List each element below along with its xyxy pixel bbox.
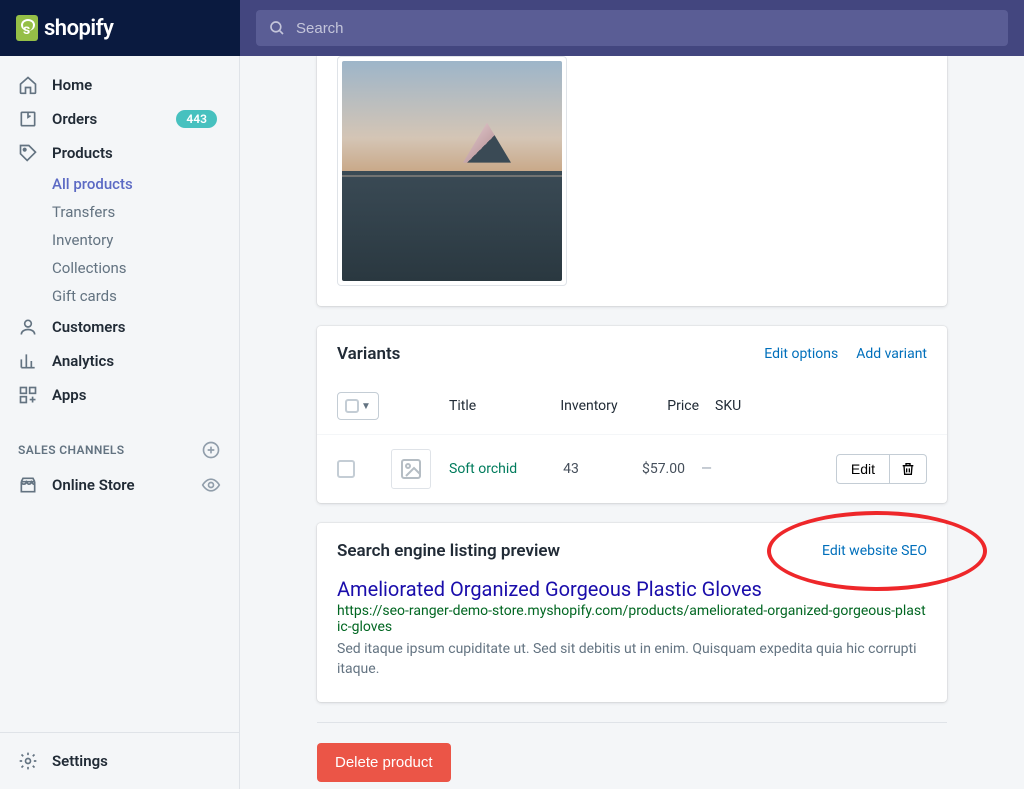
add-variant-link[interactable]: Add variant: [856, 346, 927, 362]
nav-analytics-label: Analytics: [52, 352, 114, 370]
seo-panel-title: Search engine listing preview: [337, 541, 822, 561]
nav-orders[interactable]: Orders 443: [0, 102, 239, 136]
search-bar[interactable]: [256, 10, 1008, 46]
delete-product-button[interactable]: Delete product: [317, 743, 451, 782]
variant-price: $57.00: [621, 461, 685, 477]
search-input[interactable]: [296, 20, 996, 37]
analytics-icon: [18, 351, 38, 371]
store-icon: [18, 475, 38, 495]
variant-inventory: 43: [521, 461, 621, 477]
nav-gift-cards[interactable]: Gift cards: [52, 282, 239, 310]
col-price: Price: [639, 398, 699, 414]
variant-sku: —: [685, 461, 745, 477]
nav-customers[interactable]: Customers: [0, 310, 239, 344]
variants-panel: Variants Edit options Add variant ▼ Titl…: [317, 326, 947, 503]
variant-title[interactable]: Soft orchid: [449, 461, 521, 477]
variant-edit-button[interactable]: Edit: [836, 454, 890, 484]
nav-collections[interactable]: Collections: [52, 254, 239, 282]
nav-home[interactable]: Home: [0, 68, 239, 102]
edit-seo-link[interactable]: Edit website SEO: [822, 543, 927, 559]
seo-description: Sed itaque ipsum cupiditate ut. Sed sit …: [337, 639, 927, 680]
add-channel-icon[interactable]: [201, 440, 221, 460]
variants-title: Variants: [337, 344, 746, 364]
nav-products[interactable]: Products: [0, 136, 239, 170]
logo-text: shopify: [44, 16, 113, 41]
nav-settings[interactable]: Settings: [0, 733, 239, 789]
customers-icon: [18, 317, 38, 337]
variant-delete-button[interactable]: [890, 454, 927, 484]
shopify-logo: shopify: [16, 15, 113, 41]
nav-online-store[interactable]: Online Store: [0, 468, 239, 502]
nav-apps-label: Apps: [52, 386, 86, 404]
gear-icon: [18, 751, 38, 771]
trash-icon: [900, 461, 916, 477]
checkbox-icon: [345, 399, 359, 413]
caret-down-icon: ▼: [361, 401, 371, 412]
view-store-icon[interactable]: [201, 475, 221, 495]
nav-all-products[interactable]: All products: [52, 170, 239, 198]
seo-title: Ameliorated Organized Gorgeous Plastic G…: [337, 577, 927, 601]
orders-icon: [18, 109, 38, 129]
orders-badge: 443: [176, 110, 217, 128]
nav-analytics[interactable]: Analytics: [0, 344, 239, 378]
nav-customers-label: Customers: [52, 318, 125, 336]
mountain-photo: [342, 61, 562, 281]
product-image[interactable]: [337, 56, 567, 286]
home-icon: [18, 75, 38, 95]
select-all-variants[interactable]: ▼: [337, 392, 379, 420]
media-panel: [317, 56, 947, 306]
nav-apps[interactable]: Apps: [0, 378, 239, 412]
divider: [317, 722, 947, 723]
edit-options-link[interactable]: Edit options: [764, 346, 838, 362]
seo-panel: Search engine listing preview Edit websi…: [317, 523, 947, 702]
search-icon: [268, 19, 286, 37]
variant-checkbox[interactable]: [337, 460, 355, 478]
col-inventory: Inventory: [539, 398, 639, 414]
col-title: Title: [449, 398, 539, 414]
seo-url: https://seo-ranger-demo-store.myshopify.…: [337, 603, 927, 635]
online-store-label: Online Store: [52, 476, 135, 494]
col-sku: SKU: [699, 398, 759, 414]
products-icon: [18, 143, 38, 163]
nav-transfers[interactable]: Transfers: [52, 198, 239, 226]
logo-bag-icon: [16, 15, 38, 41]
nav-home-label: Home: [52, 76, 92, 94]
nav-orders-label: Orders: [52, 110, 97, 128]
variant-image-placeholder[interactable]: [391, 449, 431, 489]
sales-channels-title: SALES CHANNELS: [18, 443, 201, 457]
variant-row[interactable]: Soft orchid 43 $57.00 — Edit: [317, 435, 947, 503]
nav-inventory[interactable]: Inventory: [52, 226, 239, 254]
nav-products-label: Products: [52, 144, 113, 162]
settings-label: Settings: [52, 752, 108, 770]
apps-icon: [18, 385, 38, 405]
